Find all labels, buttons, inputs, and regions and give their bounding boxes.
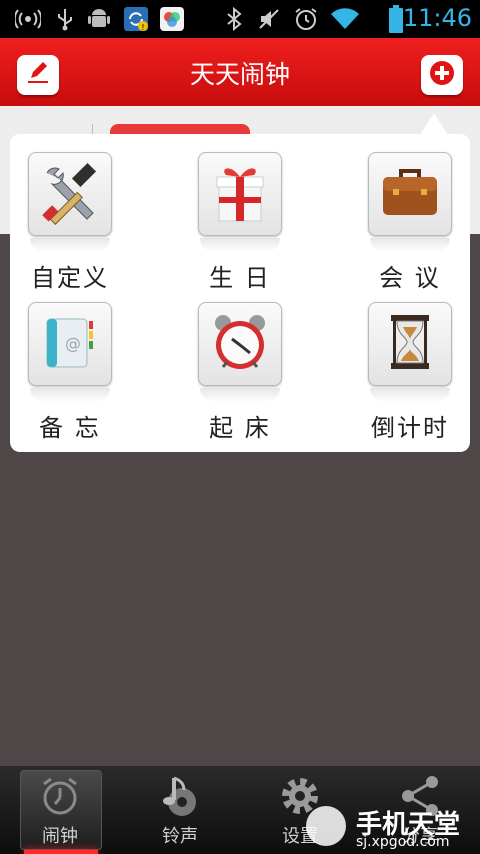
add-alarm-button[interactable] bbox=[421, 55, 463, 95]
menu-item-label: 倒计时 bbox=[371, 414, 449, 442]
bluetooth-icon bbox=[222, 6, 246, 32]
hourglass-icon bbox=[377, 309, 443, 379]
notebook-icon: @ bbox=[37, 309, 103, 379]
svg-text:@: @ bbox=[65, 334, 81, 353]
app-header: 天天闹钟 bbox=[0, 38, 480, 106]
menu-item-wakeup[interactable]: 起 床 bbox=[180, 284, 300, 442]
tile-reflection bbox=[200, 388, 280, 402]
watermark: 手机天堂 sj.xpgod.com bbox=[300, 800, 480, 854]
menu-tile[interactable] bbox=[28, 152, 112, 236]
popup-pointer bbox=[420, 113, 448, 135]
add-icon bbox=[429, 60, 455, 90]
wifi-icon bbox=[330, 6, 360, 32]
gift-icon bbox=[207, 159, 273, 229]
tab-ringtone[interactable]: 铃声 bbox=[120, 766, 240, 854]
app-icon bbox=[158, 6, 186, 32]
tile-reflection bbox=[200, 238, 280, 252]
tile-reflection bbox=[30, 238, 110, 252]
status-time: 11:46 bbox=[402, 4, 472, 32]
menu-tile[interactable] bbox=[198, 302, 282, 386]
tools-icon bbox=[37, 159, 103, 229]
watermark-logo bbox=[306, 806, 346, 846]
android-debug-icon bbox=[86, 6, 112, 32]
menu-item-label: 起 床 bbox=[209, 414, 271, 442]
menu-item-memo[interactable]: @ 备 忘 bbox=[10, 284, 130, 442]
menu-tile[interactable] bbox=[368, 302, 452, 386]
page-title: 天天闹钟 bbox=[189, 60, 290, 89]
sync-alert-icon: ! bbox=[122, 6, 150, 32]
mute-icon bbox=[256, 6, 282, 32]
menu-tile[interactable] bbox=[198, 152, 282, 236]
menu-tile[interactable]: @ bbox=[28, 302, 112, 386]
watermark-url: sj.xpgod.com bbox=[356, 834, 450, 850]
tab-label: 闹钟 bbox=[42, 826, 78, 847]
tile-reflection bbox=[370, 238, 450, 252]
tile-reflection bbox=[370, 388, 450, 402]
menu-item-countdown[interactable]: 倒计时 bbox=[350, 284, 470, 442]
tile-reflection bbox=[30, 388, 110, 402]
alarm-clock-icon bbox=[207, 309, 273, 379]
tab-alarm[interactable]: 闹钟 bbox=[0, 766, 120, 854]
menu-tile[interactable] bbox=[368, 152, 452, 236]
tab-active-indicator bbox=[24, 850, 98, 854]
alarm-type-menu: 自定义 生 日 会 议 @ 备 忘 起 床 倒计时 bbox=[10, 134, 470, 452]
usb-icon bbox=[52, 6, 78, 32]
alarm-icon bbox=[292, 6, 320, 32]
menu-item-meeting[interactable]: 会 议 bbox=[350, 134, 470, 292]
briefcase-icon bbox=[377, 159, 443, 229]
tab-label: 铃声 bbox=[162, 826, 198, 847]
menu-item-custom[interactable]: 自定义 bbox=[10, 134, 130, 292]
radio-waves-icon bbox=[14, 6, 42, 32]
svg-text:!: ! bbox=[141, 23, 144, 32]
menu-item-label: 备 忘 bbox=[39, 414, 101, 442]
music-note-icon bbox=[158, 774, 202, 818]
alarm-clock-icon bbox=[38, 774, 82, 818]
menu-item-birthday[interactable]: 生 日 bbox=[180, 134, 300, 292]
status-bar: ! 11:46 bbox=[0, 0, 480, 38]
